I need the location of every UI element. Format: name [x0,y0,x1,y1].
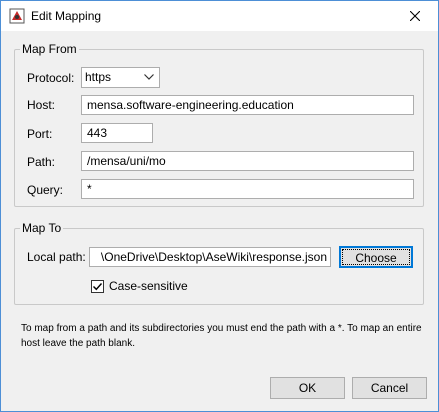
ok-button[interactable]: OK [270,377,345,399]
path-input[interactable]: /mensa/uni/mo [81,151,414,171]
checkmark-icon [93,283,103,291]
query-label: Query: [27,183,64,197]
choose-button[interactable]: Choose [339,246,413,268]
protocol-label: Protocol: [27,71,75,85]
app-icon [9,8,25,24]
host-input[interactable]: mensa.software-engineering.education [81,95,414,115]
mapping-hint: To map from a path and its subdirectorie… [21,323,422,349]
local-path-label: Local path: [27,250,86,264]
chevron-down-icon [144,74,154,80]
port-input[interactable]: 443 [81,123,153,143]
path-label: Path: [27,155,56,169]
host-label: Host: [27,98,56,112]
cancel-button[interactable]: Cancel [352,377,427,399]
close-icon [410,11,420,21]
close-button[interactable] [392,1,438,31]
protocol-select[interactable]: https [81,67,160,88]
map-from-legend: Map From [20,42,79,56]
protocol-value: https [85,70,112,84]
query-input[interactable]: * [81,179,414,199]
window-title: Edit Mapping [31,9,102,23]
case-sensitive-checkbox[interactable] [91,280,104,293]
port-label: Port: [27,127,53,141]
edit-mapping-dialog: Edit Mapping Map From Protocol: https Ho… [0,0,439,412]
local-path-input[interactable]: \OneDrive\Desktop\AseWiki\response.json [89,247,331,267]
case-sensitive-label[interactable]: Case-sensitive [109,279,188,293]
choose-label: Choose [342,249,410,265]
title-bar: Edit Mapping [1,1,438,31]
map-to-legend: Map To [20,221,64,235]
